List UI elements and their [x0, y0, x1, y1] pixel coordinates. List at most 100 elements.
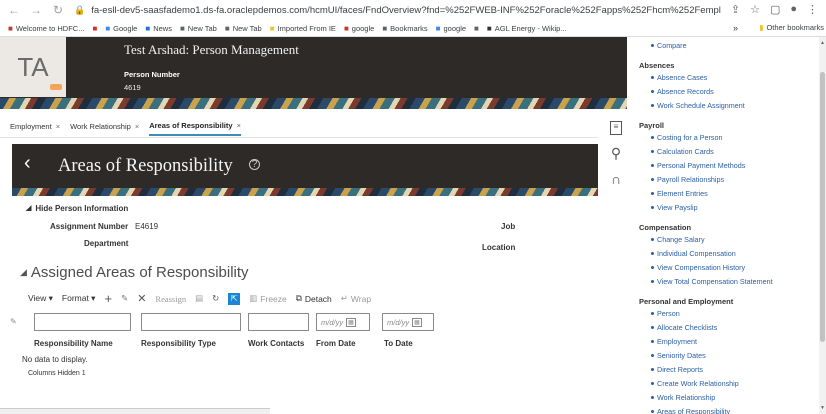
freeze-label: Freeze — [260, 293, 287, 304]
col-header-from-date[interactable]: From Date — [316, 339, 356, 348]
from-date-filter[interactable]: m/d/yy ▦ — [316, 313, 370, 331]
task-link-employment[interactable]: Employment — [651, 337, 697, 346]
browser-address-bar: ← → ↻ 🔒 fa-esll-dev5-saasfademo1.ds-fa.o… — [0, 0, 826, 20]
responsibility-name-filter[interactable] — [34, 313, 131, 331]
tab-work-relationship[interactable]: Work Relationship × — [70, 116, 139, 136]
task-link-person[interactable]: Person — [651, 309, 680, 318]
task-link-areas-of-responsibility[interactable]: Areas of Responsibility — [650, 407, 730, 414]
task-link-view-compensation-history[interactable]: View Compensation History — [650, 263, 745, 272]
section-title[interactable]: ◢ Assigned Areas of Responsibility — [20, 264, 249, 281]
scroll-up-icon[interactable]: ▲ — [820, 40, 825, 46]
wrap-button[interactable]: ↵ Wrap — [341, 293, 371, 304]
menu-kebab-icon[interactable]: ⋮ — [807, 3, 818, 16]
bookmark-item[interactable]: ■ — [92, 24, 97, 33]
col-header-responsibility-name[interactable]: Responsibility Name — [34, 339, 113, 348]
tab-employment[interactable]: Employment × — [10, 116, 60, 136]
col-header-to-date[interactable]: To Date — [384, 339, 413, 348]
task-link-absence-records[interactable]: Absence Records — [651, 87, 714, 96]
close-icon[interactable]: × — [237, 121, 241, 130]
bookmark-item[interactable]: ■ New Tab — [180, 24, 217, 33]
task-link-personal-payment-methods[interactable]: Personal Payment Methods — [650, 161, 745, 170]
task-link-work-relationship[interactable]: Work Relationship — [650, 393, 715, 402]
task-list-icon[interactable]: ≡ — [610, 121, 622, 135]
opera-icon: ■ — [343, 23, 349, 33]
back-arrow-icon[interactable]: ← — [6, 3, 22, 17]
hide-person-info-toggle[interactable]: ◢ Hide Person Information — [26, 204, 128, 213]
task-link-compare[interactable]: Compare — [651, 41, 687, 50]
side-panel-icon[interactable]: ▢ — [770, 3, 780, 16]
other-bookmarks-link[interactable]: ▮ Other bookmarks — [759, 23, 824, 32]
bookmark-item[interactable]: ■ Welcome to HDFC... — [8, 24, 84, 33]
task-group-absences: Absences — [639, 61, 675, 70]
close-icon[interactable]: × — [135, 122, 139, 131]
edit-pencil-icon[interactable]: ✎ — [121, 293, 128, 304]
close-icon[interactable]: × — [56, 122, 60, 131]
forward-arrow-icon[interactable]: → — [28, 3, 44, 17]
freeze-button[interactable]: ▥ Freeze — [249, 293, 287, 304]
task-link-payroll-relationships[interactable]: Payroll Relationships — [650, 175, 724, 184]
url-input[interactable]: fa-esll-dev5-saasfademo1.ds-fa.oraclepde… — [91, 5, 721, 16]
bookmark-item[interactable]: ■ google — [344, 24, 374, 33]
search-icon[interactable]: ⚲ — [611, 145, 621, 161]
to-date-filter[interactable]: m/d/yy ▦ — [382, 313, 434, 331]
bookmark-item[interactable]: ■ — [474, 24, 479, 33]
add-icon[interactable]: + — [104, 291, 112, 306]
task-link-individual-compensation[interactable]: Individual Compensation — [651, 249, 736, 258]
refresh-icon[interactable]: ↻ — [212, 293, 219, 304]
bookmark-item[interactable]: ■ Imported From IE — [270, 24, 336, 33]
responsibility-type-filter[interactable] — [141, 313, 241, 331]
task-link-costing-for-a-person[interactable]: Costing for a Person — [651, 133, 723, 142]
bookmark-item[interactable]: ■ Google — [105, 24, 137, 33]
bookmark-item[interactable]: ■ New Tab — [225, 24, 262, 33]
share-icon[interactable]: ⇪ — [731, 3, 740, 16]
bookmark-label: Imported From IE — [277, 23, 336, 33]
detach-table-icon[interactable]: ⇱ — [228, 292, 241, 305]
detach-button[interactable]: ⧉ Detach — [296, 293, 332, 304]
view-menu[interactable]: View ▾ — [28, 293, 53, 304]
tab-areas-of-responsibility[interactable]: Areas of Responsibility × — [149, 116, 241, 136]
col-header-work-contacts[interactable]: Work Contacts — [248, 339, 304, 348]
bookmark-item[interactable]: ■ google — [436, 24, 466, 33]
section-title-label: Assigned Areas of Responsibility — [30, 264, 249, 281]
reload-icon[interactable]: ↻ — [50, 3, 66, 17]
news-icon: ■ — [145, 23, 151, 33]
bookmarks-more-button[interactable]: » — [733, 23, 738, 33]
lock-icon[interactable]: 🔒 — [74, 5, 85, 16]
bookmark-item[interactable]: ■ News — [145, 24, 172, 33]
bookmark-item[interactable]: ■ Bookmarks — [382, 24, 427, 33]
task-link-absence-cases[interactable]: Absence Cases — [650, 73, 707, 82]
export-icon[interactable]: ▤ — [195, 293, 203, 304]
bookmark-star-icon[interactable]: ☆ — [750, 3, 760, 16]
help-icon[interactable]: ? — [249, 159, 260, 170]
task-link-create-work-relationship[interactable]: Create Work Relationship — [651, 379, 739, 388]
task-link-work-schedule-assignment[interactable]: Work Schedule Assignment — [651, 101, 745, 110]
tab-bar: Employment × Work Relationship × Areas of … — [0, 116, 241, 136]
bookmark-item[interactable]: ■ AGL Energy - Wikip... — [487, 24, 567, 33]
task-group-payroll: Payroll — [639, 121, 665, 130]
task-link-seniority-dates[interactable]: Seniority Dates — [651, 351, 706, 360]
reassign-button[interactable]: Reassign — [155, 294, 186, 304]
format-menu[interactable]: Format ▾ — [62, 293, 96, 304]
task-link-view-payslip[interactable]: View Payslip — [651, 203, 698, 212]
back-icon[interactable]: ‹ — [24, 152, 31, 175]
col-header-responsibility-type[interactable]: Responsibility Type — [141, 339, 216, 348]
work-contacts-filter[interactable] — [248, 313, 309, 331]
scroll-down-icon[interactable]: ▼ — [820, 405, 825, 411]
task-link-direct-reports[interactable]: Direct Reports — [651, 365, 703, 374]
task-link-calculation-cards[interactable]: Calculation Cards — [651, 147, 714, 156]
calendar-icon[interactable]: ▦ — [346, 317, 356, 327]
profile-avatar-icon[interactable]: ● — [790, 3, 797, 16]
person-number-value: 4619 — [124, 83, 141, 92]
tab-label: Work Relationship — [70, 121, 131, 131]
wrap-icon: ↵ — [340, 293, 348, 303]
to-date-placeholder: m/d/yy — [387, 317, 410, 327]
scrollbar-thumb[interactable] — [820, 72, 825, 342]
headset-icon[interactable]: ∩ — [611, 171, 621, 187]
delete-icon[interactable]: ✕ — [137, 292, 146, 305]
task-link-allocate-checklists[interactable]: Allocate Checklists — [650, 323, 717, 332]
task-link-view-total-compensation-statement[interactable]: View Total Compensation Statement — [651, 277, 773, 286]
page-title-bar: ‹ Areas of Responsibility ? — [12, 144, 598, 196]
calendar-icon[interactable]: ▦ — [412, 317, 422, 327]
task-link-change-salary[interactable]: Change Salary — [651, 235, 705, 244]
task-link-element-entries[interactable]: Element Entries — [651, 189, 708, 198]
